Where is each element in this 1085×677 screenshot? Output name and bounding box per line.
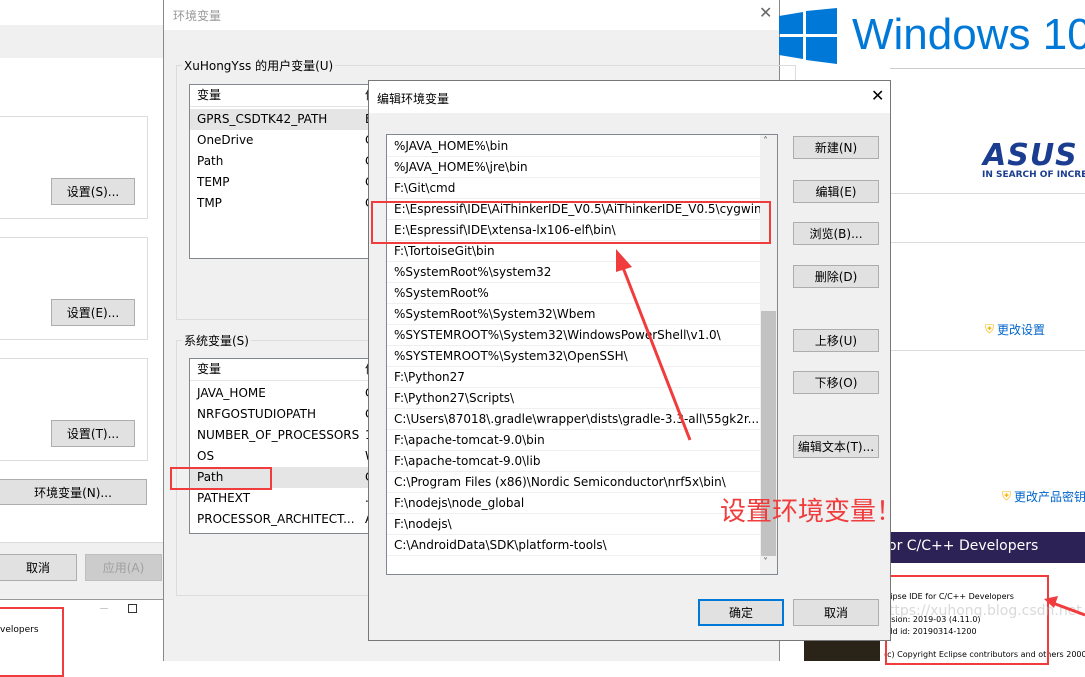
user-var-row[interactable]: OneDriveC: [190, 130, 388, 151]
path-highlight-box: [170, 467, 272, 490]
performance-settings-button[interactable]: 设置(S)...: [51, 178, 135, 205]
column-header-variable[interactable]: 变量: [197, 362, 221, 376]
path-entry[interactable]: F:\Git\cmd: [387, 178, 761, 199]
close-icon[interactable]: ✕: [871, 86, 884, 105]
browse-button[interactable]: 浏览(B)...: [793, 222, 879, 245]
new-button[interactable]: 新建(N): [793, 136, 879, 159]
path-entry[interactable]: F:\apache-tomcat-9.0\lib: [387, 451, 761, 472]
shield-icon: ⛨: [1002, 489, 1012, 503]
eclipse-window-fragment: velopers: [0, 599, 163, 677]
path-entry[interactable]: %SystemRoot%: [387, 283, 761, 304]
startup-settings-button[interactable]: 设置(T)...: [51, 420, 135, 447]
variable-name: NRFGOSTUDIOPATH: [197, 407, 317, 421]
scroll-down-icon[interactable]: ˅: [763, 557, 768, 568]
edit-text-button[interactable]: 编辑文本(T)...: [793, 435, 879, 458]
path-entry[interactable]: F:\nodejs\node_global: [387, 493, 761, 514]
tab-band: [0, 25, 163, 58]
user-var-row[interactable]: TEMPC: [190, 172, 388, 193]
variable-name: OS: [197, 449, 215, 463]
user-vars-label: XuHongYss 的用户变量(U): [182, 57, 336, 74]
system-var-row[interactable]: NRFGOSTUDIOPATHC: [190, 404, 388, 425]
asus-logo: ASUS: [983, 138, 1078, 173]
path-entry[interactable]: F:\Python27: [387, 367, 761, 388]
system-properties-dialog: 设置(S)... 设置(E)... 设置(T)... 环境变量(N)... 取消…: [0, 0, 163, 600]
system-var-row[interactable]: PATHEXT.: [190, 488, 388, 509]
windows-logo-icon: [779, 8, 837, 64]
user-var-row[interactable]: TMPC: [190, 193, 388, 214]
windows-brand-text: Windows 10: [852, 10, 1085, 59]
dialog-title: 环境变量: [173, 9, 222, 23]
system-vars-list[interactable]: 变量值 JAVA_HOMECNRFGOSTUDIOPATHCNUMBER_OF_…: [189, 358, 389, 534]
path-entry[interactable]: C:\Program Files (x86)\Nordic Semiconduc…: [387, 472, 761, 493]
cancel-button[interactable]: 取消: [0, 554, 77, 581]
path-entry[interactable]: F:\nodejs\: [387, 514, 761, 535]
asus-tagline: IN SEARCH OF INCREDIBLE: [982, 170, 1085, 180]
path-entry[interactable]: %JAVA_HOME%\jre\bin: [387, 157, 761, 178]
user-vars-list[interactable]: 变量值 GPRS_CSDTK42_PATHEOneDriveCPathCTEMP…: [189, 84, 389, 259]
move-up-button[interactable]: 上移(U): [793, 329, 879, 352]
apply-button: 应用(A): [85, 554, 162, 581]
eclipse-banner: or C/C++ Developers: [880, 532, 1085, 563]
ok-button[interactable]: 确定: [698, 599, 784, 626]
path-entry[interactable]: %JAVA_HOME%\bin: [387, 136, 761, 157]
system-vars-label: 系统变量(S): [182, 332, 251, 349]
path-entry[interactable]: %SYSTEMROOT%\System32\OpenSSH\: [387, 346, 761, 367]
variable-name: JAVA_HOME: [197, 386, 266, 400]
variable-name: TMP: [197, 196, 222, 210]
column-header-variable[interactable]: 变量: [197, 88, 221, 102]
variable-name: PATHEXT: [197, 491, 251, 505]
move-down-button[interactable]: 下移(O): [793, 371, 879, 394]
path-entry[interactable]: C:\AndroidData\SDK\platform-tools\: [387, 535, 761, 556]
cancel-button[interactable]: 取消: [793, 599, 879, 626]
dialog-title: 编辑环境变量: [377, 92, 450, 106]
environment-variables-button[interactable]: 环境变量(N)...: [0, 479, 147, 505]
shield-icon: ⛨: [985, 322, 995, 336]
user-var-row[interactable]: GPRS_CSDTK42_PATHE: [190, 109, 388, 130]
variable-name: TEMP: [197, 175, 230, 189]
annotation-text: 设置环境变量！: [720, 497, 903, 527]
change-product-key-link[interactable]: ⛨ 更改产品密钥: [1002, 488, 1085, 505]
variable-name: OneDrive: [197, 133, 254, 147]
change-settings-link[interactable]: ⛨ 更改设置: [985, 321, 1045, 338]
variable-name: PROCESSOR_ARCHITECT...: [197, 512, 355, 526]
path-entry[interactable]: F:\apache-tomcat-9.0\bin: [387, 430, 761, 451]
variable-name: GPRS_CSDTK42_PATH: [197, 112, 328, 126]
variable-name: Path: [197, 154, 224, 168]
scroll-up-icon[interactable]: ˄: [763, 136, 768, 147]
highlight-box: [371, 201, 771, 244]
system-var-row[interactable]: PROCESSOR_ARCHITECT...A: [190, 509, 388, 530]
variable-name: NUMBER_OF_PROCESSORS: [197, 428, 360, 442]
path-entry[interactable]: %SystemRoot%\system32: [387, 262, 761, 283]
arrow-annotation: [616, 249, 692, 441]
maximize-icon[interactable]: [128, 604, 137, 613]
close-icon[interactable]: ✕: [759, 3, 772, 22]
path-entry[interactable]: F:\Python27\Scripts\: [387, 388, 761, 409]
path-entry[interactable]: %SYSTEMROOT%\System32\WindowsPowerShell\…: [387, 325, 761, 346]
delete-button[interactable]: 删除(D): [793, 265, 879, 288]
arrow-annotation-right: [1044, 596, 1085, 617]
system-var-row[interactable]: OSW: [190, 446, 388, 467]
path-entry[interactable]: C:\Users\87018\.gradle\wrapper\dists\gra…: [387, 409, 761, 430]
path-entry[interactable]: %SystemRoot%\System32\Wbem: [387, 304, 761, 325]
minimize-icon[interactable]: [100, 608, 108, 609]
user-var-row[interactable]: PathC: [190, 151, 388, 172]
profile-settings-button[interactable]: 设置(E)...: [51, 299, 135, 326]
eclipse-splash-image: [804, 640, 880, 661]
system-var-row[interactable]: JAVA_HOMEC: [190, 383, 388, 404]
system-var-row[interactable]: NUMBER_OF_PROCESSORS1: [190, 425, 388, 446]
path-entry[interactable]: F:\TortoiseGit\bin: [387, 241, 761, 262]
edit-button[interactable]: 编辑(E): [793, 180, 879, 203]
